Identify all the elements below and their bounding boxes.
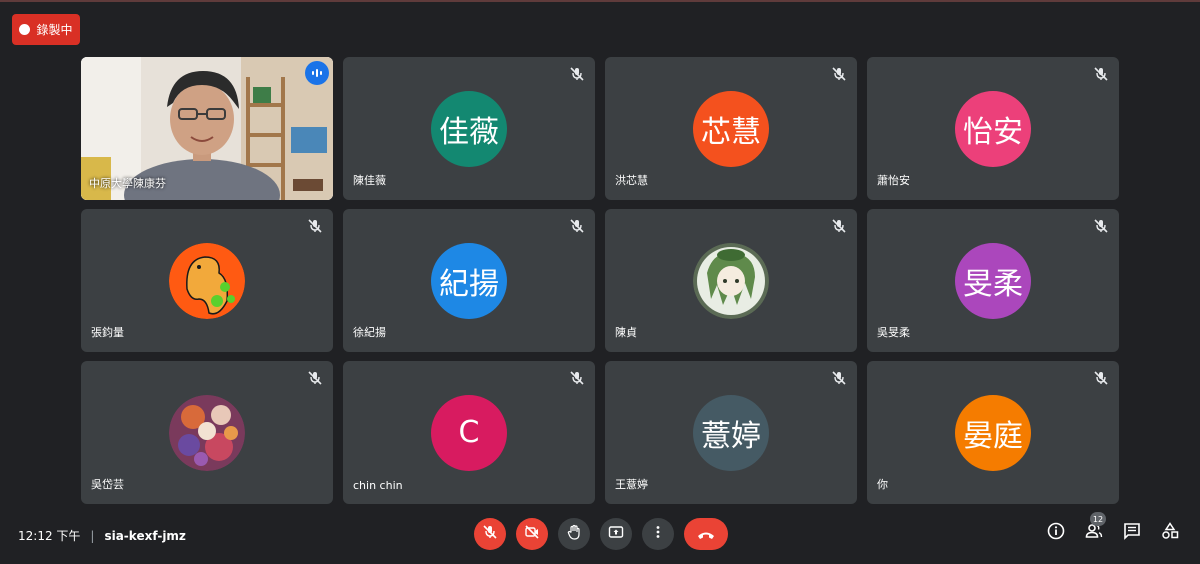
hang-up-button[interactable] xyxy=(684,518,728,550)
participant-avatar-image xyxy=(169,394,245,471)
participant-name: 吳岱芸 xyxy=(91,478,124,491)
participant-avatar: 薏婷 xyxy=(693,394,769,471)
participant-avatar-image xyxy=(693,242,769,319)
mic-off-icon xyxy=(831,218,847,234)
toggle-camera-button[interactable] xyxy=(516,518,548,550)
bottom-toolbar: 12:12 下午 | sia-kexf-jmz 12 xyxy=(0,506,1200,564)
raise-hand-button[interactable] xyxy=(558,518,590,550)
participant-tile[interactable]: 紀揚 徐紀揚 xyxy=(343,209,595,352)
participant-avatar: 怡安 xyxy=(955,90,1031,167)
participant-tile[interactable]: C chin chin xyxy=(343,361,595,504)
present-screen-button[interactable] xyxy=(600,518,632,550)
activities-button[interactable] xyxy=(1160,522,1180,544)
recording-badge[interactable]: 錄製中 xyxy=(12,14,80,45)
participant-name: 你 xyxy=(877,478,888,491)
mic-off-icon xyxy=(307,370,323,386)
participant-name: chin chin xyxy=(353,479,403,492)
people-button[interactable]: 12 xyxy=(1084,512,1106,543)
toggle-mic-button[interactable] xyxy=(474,518,506,550)
activities-icon xyxy=(1161,522,1179,544)
participant-avatar: 芯慧 xyxy=(693,90,769,167)
speaking-indicator-icon xyxy=(305,61,329,85)
participant-tile[interactable]: 佳薇 陳佳薇 xyxy=(343,57,595,200)
record-dot-icon xyxy=(19,24,31,35)
call-controls xyxy=(474,518,728,550)
participant-grid: 中原大學陳康芬 佳薇 陳佳薇 芯慧 洪芯慧 怡安 蕭怡安 張鈞量 紀揚 徐紀揚 … xyxy=(81,57,1119,504)
more-options-button[interactable] xyxy=(642,518,674,550)
participant-tile[interactable]: 張鈞量 xyxy=(81,209,333,352)
participant-avatar: 晏庭 xyxy=(955,394,1031,471)
participant-tile[interactable]: 吳岱芸 xyxy=(81,361,333,504)
mic-off-icon xyxy=(1093,66,1109,82)
participant-name: 吳旻柔 xyxy=(877,326,910,339)
participant-name: 王薏婷 xyxy=(615,478,648,491)
participant-avatar: 佳薇 xyxy=(431,90,507,167)
participant-avatar: C xyxy=(431,394,507,471)
participant-name: 洪芯慧 xyxy=(615,174,648,187)
participant-tile-self[interactable]: 晏庭 你 xyxy=(867,361,1119,504)
chat-button[interactable] xyxy=(1122,523,1142,543)
mic-off-icon xyxy=(569,218,585,234)
info-icon xyxy=(1047,522,1065,544)
recording-label: 錄製中 xyxy=(36,23,73,37)
raise-hand-icon xyxy=(566,524,582,544)
separator: | xyxy=(90,528,95,543)
mic-off-icon xyxy=(482,524,498,544)
participant-avatar: 旻柔 xyxy=(955,242,1031,319)
meeting-info: 12:12 下午 | sia-kexf-jmz xyxy=(18,527,186,544)
participant-tile[interactable]: 薏婷 王薏婷 xyxy=(605,361,857,504)
meeting-time: 12:12 下午 xyxy=(18,529,81,543)
participant-tile[interactable]: 陳貞 xyxy=(605,209,857,352)
participant-name: 陳佳薇 xyxy=(353,174,386,187)
mic-off-icon xyxy=(1093,218,1109,234)
meeting-details-button[interactable] xyxy=(1046,522,1066,544)
mic-off-icon xyxy=(307,218,323,234)
present-screen-icon xyxy=(608,524,624,544)
participant-tile[interactable]: 怡安 蕭怡安 xyxy=(867,57,1119,200)
people-count-badge: 12 xyxy=(1090,512,1106,526)
mic-off-icon xyxy=(831,370,847,386)
more-options-icon xyxy=(650,524,666,544)
participant-avatar-image xyxy=(169,242,245,319)
participant-tile[interactable]: 旻柔 吳旻柔 xyxy=(867,209,1119,352)
participant-tile[interactable]: 芯慧 洪芯慧 xyxy=(605,57,857,200)
chat-icon xyxy=(1123,522,1141,544)
participant-name: 張鈞量 xyxy=(91,326,124,339)
mic-off-icon xyxy=(569,66,585,82)
hang-up-icon xyxy=(697,525,715,544)
participant-avatar: 紀揚 xyxy=(431,242,507,319)
side-tools: 12 xyxy=(1046,512,1180,544)
participant-name: 徐紀揚 xyxy=(353,326,386,339)
mic-off-icon xyxy=(1093,370,1109,386)
participant-name: 中原大學陳康芬 xyxy=(89,177,166,190)
participant-tile-video[interactable]: 中原大學陳康芬 xyxy=(81,57,333,200)
participant-name: 蕭怡安 xyxy=(877,174,910,187)
mic-off-icon xyxy=(831,66,847,82)
participant-name: 陳貞 xyxy=(615,326,637,339)
meeting-code: sia-kexf-jmz xyxy=(104,528,186,543)
top-border xyxy=(0,0,1200,2)
camera-off-icon xyxy=(524,524,540,544)
mic-off-icon xyxy=(569,370,585,386)
